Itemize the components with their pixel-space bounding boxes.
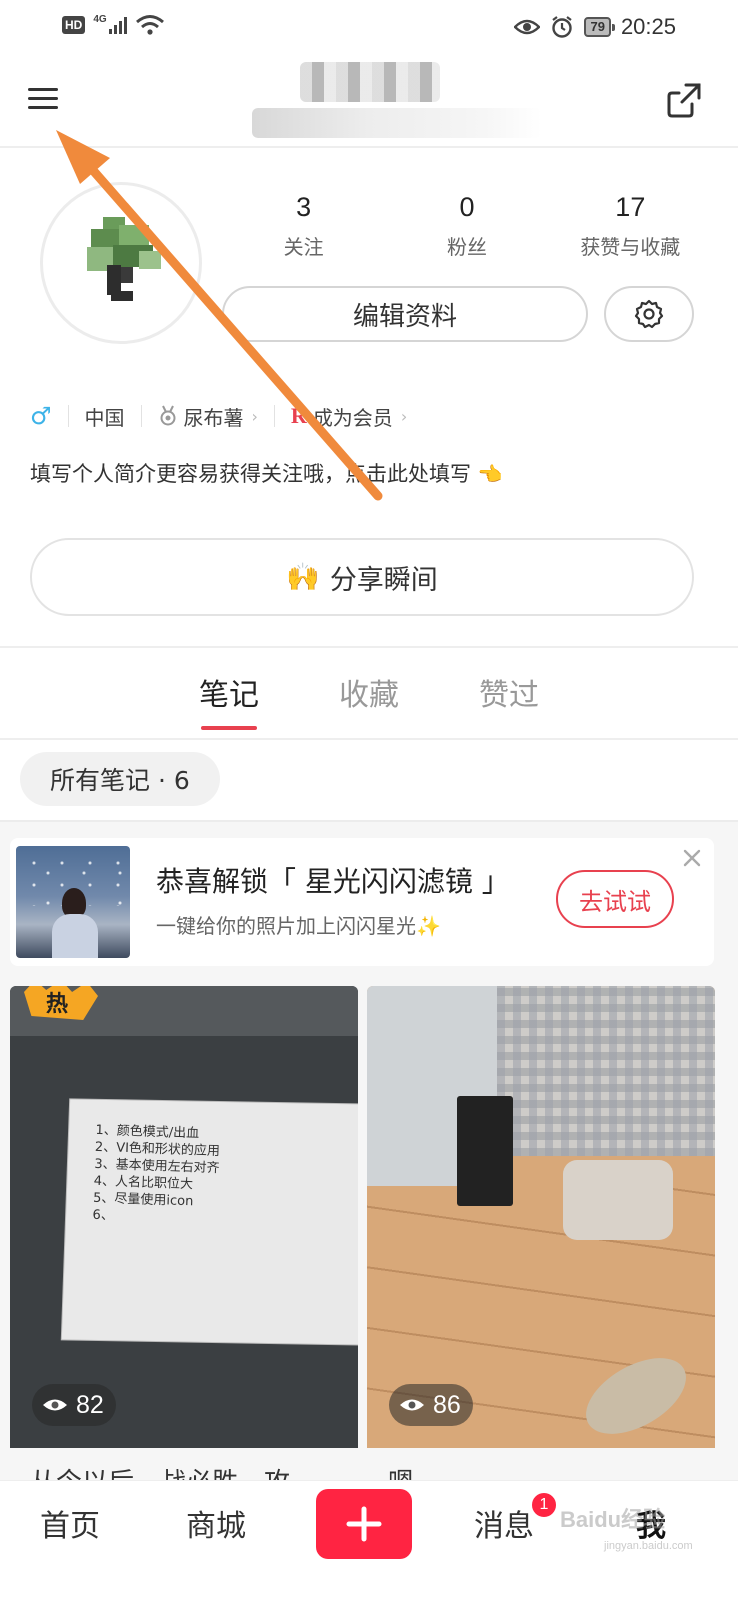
- promo-title: 恭喜解锁「 星光闪闪滤镜 」: [156, 865, 510, 898]
- edit-profile-button[interactable]: 编辑资料: [222, 286, 588, 342]
- plus-icon: [346, 1506, 382, 1542]
- watermark-url: jingyan.baidu.com: [604, 1540, 693, 1552]
- eye-icon: [400, 1399, 424, 1411]
- promo-subtitle: 一键给你的照片加上闪闪星光✨: [156, 914, 441, 938]
- nav-messages[interactable]: 消息: [474, 1501, 534, 1545]
- tab-notes[interactable]: 笔记: [199, 656, 259, 738]
- view-count: 82: [32, 1384, 116, 1426]
- stat-label: 关注: [283, 235, 324, 259]
- eye-icon: [43, 1399, 67, 1411]
- note-title-peek: 嗯: [388, 1462, 414, 1480]
- stat-likes-saves[interactable]: 17 获赞与收藏: [549, 192, 712, 272]
- watermark-brand: Baidu经验: [560, 1507, 666, 1532]
- filter-promo-card[interactable]: 恭喜解锁「 星光闪闪滤镜 」 一键给你的照片加上闪闪星光✨ 去试试: [10, 838, 714, 966]
- view-count: 86: [389, 1384, 473, 1426]
- region-tag: 中国: [84, 405, 125, 430]
- nav-home[interactable]: 首页: [40, 1501, 100, 1545]
- wifi-icon: [135, 15, 164, 35]
- stat-value: 3: [296, 192, 312, 222]
- stat-label: 粉丝: [446, 235, 487, 259]
- share-moment-label: 分享瞬间: [329, 564, 438, 596]
- network-type: 4G: [93, 13, 107, 25]
- share-moment-button[interactable]: 🙌 分享瞬间: [30, 538, 694, 616]
- stat-value: 0: [459, 192, 475, 222]
- hot-label: 热: [46, 992, 69, 1017]
- username-blurred: [300, 62, 440, 102]
- note-card[interactable]: 热 1、颜色模式/出血 2、VI色和形状的应用 3、基本使用左右对齐 4、人名比…: [10, 986, 358, 1448]
- share-icon[interactable]: [664, 80, 704, 120]
- stat-label: 获赞与收藏: [580, 235, 681, 259]
- medal-icon: [160, 405, 176, 426]
- profile-stats: 3 关注 0 粉丝 17 获赞与收藏: [222, 192, 712, 272]
- hd-badge: HD: [62, 16, 86, 34]
- section-divider: [0, 646, 738, 648]
- bio-prompt[interactable]: 填写个人简介更容易获得关注哦，点击此处填写 👈: [30, 458, 503, 488]
- level-label: 尿布薯: [183, 405, 244, 430]
- status-bar: HD 4G 79 20:25: [0, 0, 738, 56]
- promo-thumbnail: [16, 846, 130, 958]
- profile-header: [0, 56, 738, 148]
- tab-favorites[interactable]: 收藏: [339, 656, 399, 738]
- divider: [273, 405, 275, 427]
- raised-hands-icon: 🙌: [286, 562, 320, 593]
- eye-icon: [514, 19, 541, 35]
- gear-icon: [634, 299, 664, 329]
- stat-value: 17: [615, 192, 646, 222]
- view-count-value: 86: [433, 1390, 461, 1419]
- menu-icon[interactable]: [26, 84, 60, 114]
- photo-tablecloth: [497, 986, 715, 1156]
- member-tag[interactable]: R 成为会员 ›: [291, 402, 407, 431]
- message-badge: 1: [530, 1491, 558, 1519]
- photo-speaker: [457, 1096, 513, 1206]
- divider: [140, 405, 142, 427]
- profile-tags: ♂ 中国 尿布薯 › R 成为会员 ›: [30, 398, 407, 434]
- photo-stool: [563, 1160, 673, 1240]
- status-left: HD 4G: [62, 14, 165, 36]
- divider: [67, 405, 69, 427]
- all-notes-filter[interactable]: 所有笔记 · 6: [20, 752, 220, 806]
- bio-text: 填写个人简介更容易获得关注哦，点击此处填写: [30, 462, 471, 486]
- publish-button[interactable]: [316, 1489, 412, 1559]
- level-tag[interactable]: 尿布薯 ›: [158, 402, 258, 431]
- gender-tag: ♂: [30, 402, 52, 430]
- stat-following[interactable]: 3 关注: [222, 192, 385, 272]
- settings-button[interactable]: [604, 286, 694, 342]
- stat-followers[interactable]: 0 粉丝: [385, 192, 548, 272]
- tabs-divider: [0, 738, 738, 740]
- chevron-right-icon: ›: [251, 406, 258, 426]
- note-title-peek: 从今以后，战必胜，攻: [30, 1462, 290, 1480]
- content-tabs: 笔记 收藏 赞过: [0, 656, 738, 738]
- male-icon: ♂: [30, 402, 52, 430]
- alarm-icon: [552, 16, 573, 38]
- chevron-right-icon: ›: [400, 406, 408, 426]
- close-icon[interactable]: [682, 848, 702, 868]
- view-count-value: 82: [76, 1390, 104, 1419]
- tab-liked[interactable]: 赞过: [479, 656, 539, 738]
- member-r-icon: R: [290, 403, 307, 428]
- broccoli-avatar-icon: [87, 217, 161, 301]
- signal-icon: [108, 16, 127, 34]
- battery-indicator: 79: [584, 17, 616, 37]
- clock: 20:25: [620, 14, 676, 39]
- avatar[interactable]: [40, 182, 202, 344]
- nav-shop[interactable]: 商城: [186, 1501, 246, 1545]
- user-id-blurred: [252, 108, 542, 138]
- status-right: 79 20:25: [514, 14, 676, 40]
- person-body: [52, 914, 98, 958]
- member-label: 成为会员: [312, 405, 393, 430]
- try-it-button[interactable]: 去试试: [556, 870, 674, 928]
- note-card[interactable]: 86: [367, 986, 715, 1448]
- pointing-hand-icon: 👈: [477, 462, 503, 486]
- note-photo-list: 1、颜色模式/出血 2、VI色和形状的应用 3、基本使用左右对齐 4、人名比职位…: [92, 1122, 221, 1228]
